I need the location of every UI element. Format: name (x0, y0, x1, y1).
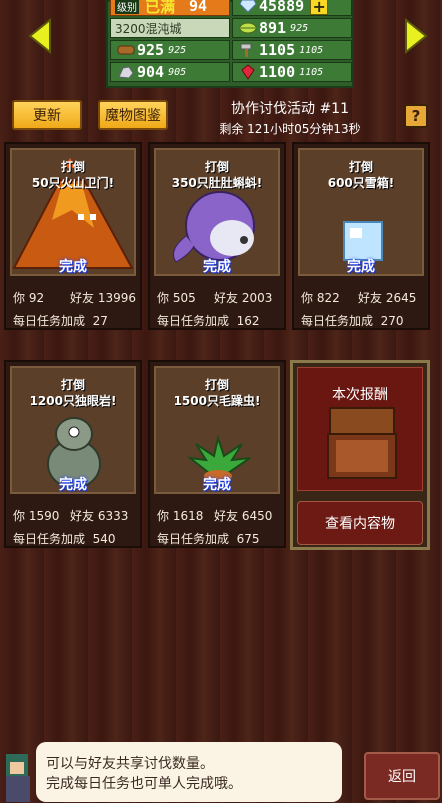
quest-card-5[interactable]: 打倒 1500只毛躁虫! 完成 你 1618 好友 6450 每日任务加成 67… (148, 360, 286, 548)
quest-you-3: 你 822 (301, 291, 340, 305)
back-button[interactable]: 返回 (364, 752, 440, 800)
stat-cell-r4: 1100 1105 (232, 62, 352, 82)
quest-daily-4: 每日任务加成 540 (13, 532, 116, 546)
quest-verb-3: 打倒 (348, 160, 373, 174)
tip-message-bubble: 可以与好友共享讨伐数量。 完成每日任务也可单人完成哦。 (36, 742, 342, 802)
quest-target-1: 50只火山卫门! (31, 176, 115, 190)
level-cell: 级别 已满 94 (110, 0, 230, 16)
area-name: 3200混沌城 (115, 21, 182, 36)
quest-daily-3: 每日任务加成 270 (301, 314, 404, 328)
event-title: 协作讨伐活动 #11 (231, 101, 349, 117)
stat-max-l4: 905 (168, 66, 187, 78)
stat-cell-r3: 1105 1105 (232, 40, 352, 60)
level-value: 已满 (145, 0, 176, 16)
leaf-icon (237, 19, 259, 37)
quest-status-5: 完成 (203, 477, 231, 493)
stat-cell-l3: 925 925 (110, 40, 230, 60)
guide-character-avatar (0, 746, 34, 802)
quest-stats-row1-1: 你 92 (13, 291, 45, 305)
area-cell: 3200混沌城 (110, 18, 230, 38)
gem-cell: 45889 + (232, 0, 352, 16)
quest-you-2: 你 505 (157, 291, 196, 305)
quest-status-3: 完成 (347, 259, 375, 275)
gem-count: 45889 (259, 0, 305, 15)
stat-value-r4: 1100 (259, 63, 296, 81)
level-label: 级别 (115, 0, 139, 14)
update-button[interactable]: 更新 (12, 100, 82, 130)
quest-verb-2: 打倒 (204, 160, 229, 174)
quest-friends-2: 好友 2003 (214, 291, 273, 305)
level-number: 94 (189, 0, 208, 15)
stat-value-r2: 891 (259, 19, 287, 37)
quest-you-5: 你 1618 (157, 509, 204, 523)
stat-value-r3: 1105 (259, 41, 296, 59)
reward-panel: 本次报酬 (297, 367, 423, 491)
quest-daily-5: 每日任务加成 675 (157, 532, 260, 546)
quest-verb-5: 打倒 (204, 378, 229, 392)
stat-max-r2: 925 (290, 22, 309, 34)
quest-status-1: 完成 (59, 259, 87, 275)
next-arrow-button[interactable] (404, 17, 428, 55)
stat-value-l4: 904 (137, 63, 165, 81)
quest-friends-4: 好友 6333 (70, 509, 129, 523)
quest-target-3: 600只雪箱! (327, 176, 395, 190)
quest-card-2[interactable]: 打倒 350只肚肚蝌蚪! 完成 你 505 好友 2003 每日任务加成 162 (148, 142, 286, 330)
wood-icon (115, 41, 137, 59)
add-gem-icon[interactable]: + (310, 0, 329, 16)
quest-friends-5: 好友 6450 (214, 509, 273, 523)
quest-you-4: 你 1590 (13, 509, 60, 523)
stat-max-r4: 1105 (299, 66, 324, 78)
quest-daily-2: 每日任务加成 162 (157, 314, 260, 328)
help-icon: ? (411, 107, 421, 125)
diamond-icon (237, 0, 259, 15)
stat-value-l3: 925 (137, 41, 165, 59)
tip-line-1: 可以与好友共享讨伐数量。 (46, 756, 214, 772)
ruby-icon (237, 63, 259, 81)
quest-card-4[interactable]: 打倒 1200只独眼岩! 完成 你 1590 好友 6333 每日任务加成 54… (4, 360, 142, 548)
quest-target-2: 350只肚肚蝌蚪! (171, 176, 263, 190)
stat-max-l3: 925 (168, 44, 187, 56)
ore-icon (115, 63, 137, 81)
quest-verb-4: 打倒 (60, 378, 85, 392)
quest-card-3[interactable]: 打倒 600只雪箱! 完成 你 822 好友 2645 每日任务加成 270 (292, 142, 430, 330)
treasure-chest-icon (327, 407, 397, 479)
monster-book-button[interactable]: 魔物图鉴 (98, 100, 168, 130)
prev-arrow-button[interactable] (28, 17, 52, 55)
stat-max-r3: 1105 (299, 44, 324, 56)
help-button[interactable]: ? (404, 104, 428, 128)
quest-target-4: 1200只独眼岩! (29, 394, 117, 408)
view-contents-button[interactable]: 查看内容物 (297, 501, 423, 545)
quest-daily-1: 每日任务加成 27 (13, 314, 108, 328)
tip-line-2: 完成每日任务也可单人完成哦。 (46, 776, 242, 792)
event-countdown: 剩余 121小时05分钟13秒 (219, 122, 361, 136)
quest-verb-1: 打倒 (60, 160, 85, 174)
reward-card: 本次报酬 查看内容物 (290, 360, 430, 550)
hammer-icon (237, 41, 259, 59)
stat-cell-l4: 904 905 (110, 62, 230, 82)
quest-target-5: 1500只毛躁虫! (173, 394, 261, 408)
quest-friends-1: 好友 13996 (70, 291, 137, 305)
stats-panel: 级别 已满 94 45889 + 3200混沌城 891 925 925 925… (106, 0, 354, 88)
quest-status-2: 完成 (203, 259, 231, 275)
quest-status-4: 完成 (59, 477, 87, 493)
stat-cell-r2: 891 925 (232, 18, 352, 38)
quest-card-1[interactable]: 打倒 50只火山卫门! 完成 你 92 好友 13996 每日任务加成 27 (4, 142, 142, 330)
quest-friends-3: 好友 2645 (358, 291, 417, 305)
